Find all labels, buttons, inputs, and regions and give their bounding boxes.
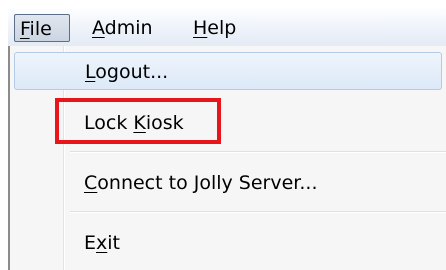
- menu-help-mnemonic: H: [193, 17, 208, 39]
- menu-item-exit[interactable]: Exit: [12, 224, 446, 262]
- menu-item-logout[interactable]: Logout...: [14, 52, 442, 90]
- menu-help-label: elp: [207, 17, 237, 39]
- annotation-highlight-box: [55, 98, 221, 144]
- logout-mnemonic: L: [85, 61, 96, 83]
- menu-item-connect-jolly-server[interactable]: Connect to Jolly Server...: [12, 164, 446, 202]
- menu-separator: [70, 151, 446, 153]
- menu-bar: File Admin Help: [8, 8, 446, 47]
- menu-file[interactable]: File: [14, 14, 70, 42]
- menu-admin-label: dmin: [104, 17, 153, 39]
- connect-label: onnect to Jolly Server...: [97, 172, 318, 194]
- connect-mnemonic: C: [84, 172, 98, 194]
- logout-label: ogout...: [95, 61, 169, 83]
- menu-separator: [70, 211, 446, 213]
- menu-help[interactable]: Help: [193, 14, 236, 42]
- menu-admin-mnemonic: A: [92, 17, 105, 39]
- menu-admin[interactable]: Admin: [92, 14, 153, 42]
- menu-file-mnemonic: F: [20, 18, 30, 40]
- exit-mnemonic: x: [96, 232, 108, 254]
- exit-label-before: E: [84, 232, 97, 254]
- exit-label: it: [107, 232, 120, 254]
- file-dropdown-menu: Logout... Lock Kiosk Connect to Jolly Se…: [8, 46, 446, 270]
- menu-file-label: ile: [29, 18, 52, 40]
